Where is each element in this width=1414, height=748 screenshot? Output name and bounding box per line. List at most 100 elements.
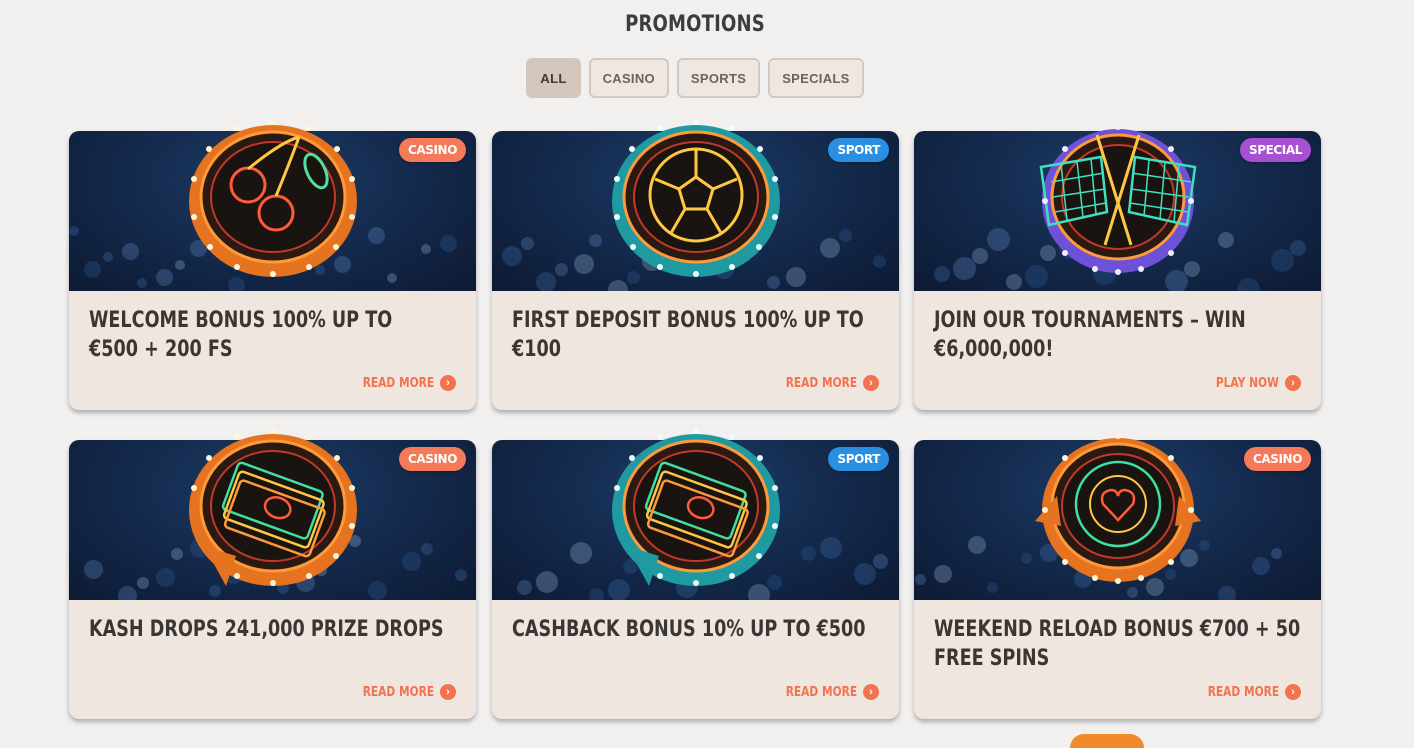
promo-card-body: FIRST DEPOSIT BONUS 100% UP TO €100 READ… [492, 291, 899, 410]
bokeh-light [440, 235, 457, 252]
bokeh-light [84, 261, 101, 278]
bokeh-light [854, 563, 876, 585]
chevron-right-icon: › [1285, 375, 1301, 391]
bokeh-light [1290, 240, 1306, 256]
bokeh-light [368, 581, 387, 600]
category-tag: CASINO [398, 138, 466, 162]
bokeh-light [171, 548, 183, 560]
bokeh-light [1271, 249, 1294, 272]
bokeh-light [1271, 548, 1282, 559]
filter-sports-button[interactable]: SPORTS [676, 58, 761, 98]
link-label: READ MORE [362, 375, 434, 391]
read-more-link[interactable]: READ MORE › [770, 684, 879, 700]
promo-title: WELCOME BONUS 100% UP TO €500 + 200 FS [89, 308, 393, 362]
money-icon [612, 428, 780, 586]
bokeh-light [987, 228, 1010, 251]
promo-title: KASH DROPS 241,000 PRIZE DROPS [89, 617, 444, 642]
bokeh-light [915, 574, 926, 585]
play-now-link[interactable]: PLAY NOW › [1202, 375, 1301, 391]
bokeh-light [175, 260, 185, 270]
bokeh-light [156, 568, 175, 587]
read-more-link[interactable]: READ MORE › [347, 375, 456, 391]
bokeh-light [570, 542, 592, 564]
bokeh-light [555, 263, 568, 276]
promo-title: WEEKEND RELOAD BONUS €700 + 50 FREE SPIN… [934, 617, 1301, 671]
bokeh-light [228, 277, 245, 291]
promo-title: JOIN OUR TOURNAMENTS – WIN €6,000,000! [934, 308, 1246, 362]
bokeh-light [934, 565, 952, 583]
filter-casino-button[interactable]: CASINO [588, 58, 669, 98]
bokeh-light [1006, 274, 1022, 290]
chevron-right-icon: › [1285, 684, 1301, 700]
promo-card-welcome-bonus[interactable]: CASINO WELCOME BONUS 100% UP TO €500 + 2… [69, 119, 476, 410]
bokeh-light [1252, 557, 1270, 575]
promo-card-cashback[interactable]: SPORT CASHBACK BONUS 10% UP TO €500 READ… [492, 428, 899, 719]
bokeh-light [137, 577, 149, 589]
read-more-link[interactable]: READ MORE › [1192, 684, 1301, 700]
bokeh-light [839, 229, 852, 242]
bokeh-light [521, 237, 534, 250]
category-tag: SPORT [828, 447, 889, 471]
bokeh-light [987, 582, 998, 593]
category-tag: SPORT [828, 138, 889, 162]
bokeh-light [368, 227, 385, 244]
bokeh-light [574, 254, 594, 274]
bokeh-light [137, 278, 147, 288]
link-label: READ MORE [1207, 684, 1279, 700]
bokeh-light [455, 569, 467, 581]
bokeh-light [589, 588, 604, 600]
bokeh-light [402, 552, 421, 571]
next-row-medallion-peek [1070, 734, 1144, 748]
bokeh-light [502, 246, 522, 266]
read-more-link[interactable]: READ MORE › [770, 375, 879, 391]
bokeh-light [1237, 278, 1260, 291]
bokeh-light [421, 543, 433, 555]
chevron-right-icon: › [863, 684, 879, 700]
category-tag: CASINO [1243, 447, 1311, 471]
read-more-link[interactable]: READ MORE › [347, 684, 456, 700]
filter-specials-button[interactable]: SPECIALS [768, 58, 864, 98]
bokeh-light [69, 226, 79, 236]
filter-bar: ALL CASINO SPORTS SPECIALS [0, 58, 1390, 98]
bokeh-light [118, 586, 137, 600]
bokeh-light [517, 580, 532, 595]
promo-card-first-deposit[interactable]: SPORT FIRST DEPOSIT BONUS 100% UP TO €10… [492, 119, 899, 410]
chevron-right-icon: › [440, 375, 456, 391]
bokeh-light [1218, 232, 1234, 248]
page-title: PROMOTIONS [625, 12, 765, 37]
promo-card-body: JOIN OUR TOURNAMENTS – WIN €6,000,000! P… [914, 291, 1321, 410]
bokeh-light [84, 560, 103, 579]
promo-title: CASHBACK BONUS 10% UP TO €500 [512, 617, 866, 642]
bokeh-light [801, 546, 816, 561]
promo-title: FIRST DEPOSIT BONUS 100% UP TO €100 [512, 308, 864, 362]
bokeh-light [786, 267, 806, 287]
promo-card-weekend-reload[interactable]: CASINO WEEKEND RELOAD BONUS €700 + 50 FR… [914, 433, 1321, 719]
bokeh-light [103, 252, 113, 262]
racing-flags-icon [1039, 124, 1197, 275]
bokeh-light [536, 272, 556, 291]
bokeh-light [953, 257, 976, 280]
promo-card-body: CASHBACK BONUS 10% UP TO €500 READ MORE … [492, 600, 899, 719]
bokeh-light [387, 273, 397, 283]
bokeh-light [972, 248, 988, 264]
bokeh-light [122, 243, 139, 260]
link-label: READ MORE [362, 684, 434, 700]
promo-card-tournaments[interactable]: SPECIAL JOIN OUR TOURNAMENTS – WIN €6,00… [914, 124, 1321, 410]
promo-card-kash-drops[interactable]: CASINO KASH DROPS 241,000 PRIZE DROPS RE… [69, 428, 476, 719]
bokeh-light [536, 571, 558, 593]
link-label: PLAY NOW [1215, 375, 1279, 391]
promo-card-body: KASH DROPS 241,000 PRIZE DROPS READ MORE… [69, 600, 476, 719]
bokeh-light [934, 266, 950, 282]
bokeh-light [1127, 587, 1138, 598]
money-icon [189, 428, 357, 586]
filter-all-button[interactable]: ALL [526, 58, 581, 98]
bokeh-light [873, 255, 886, 268]
bokeh-light [156, 269, 173, 286]
link-label: READ MORE [785, 375, 857, 391]
category-tag: SPECIAL [1239, 138, 1311, 162]
cherry-icon [189, 119, 357, 277]
promo-card-body: WEEKEND RELOAD BONUS €700 + 50 FREE SPIN… [914, 600, 1321, 719]
poker-chip-icon [1035, 433, 1201, 584]
link-label: READ MORE [785, 684, 857, 700]
bokeh-light [1218, 586, 1236, 600]
